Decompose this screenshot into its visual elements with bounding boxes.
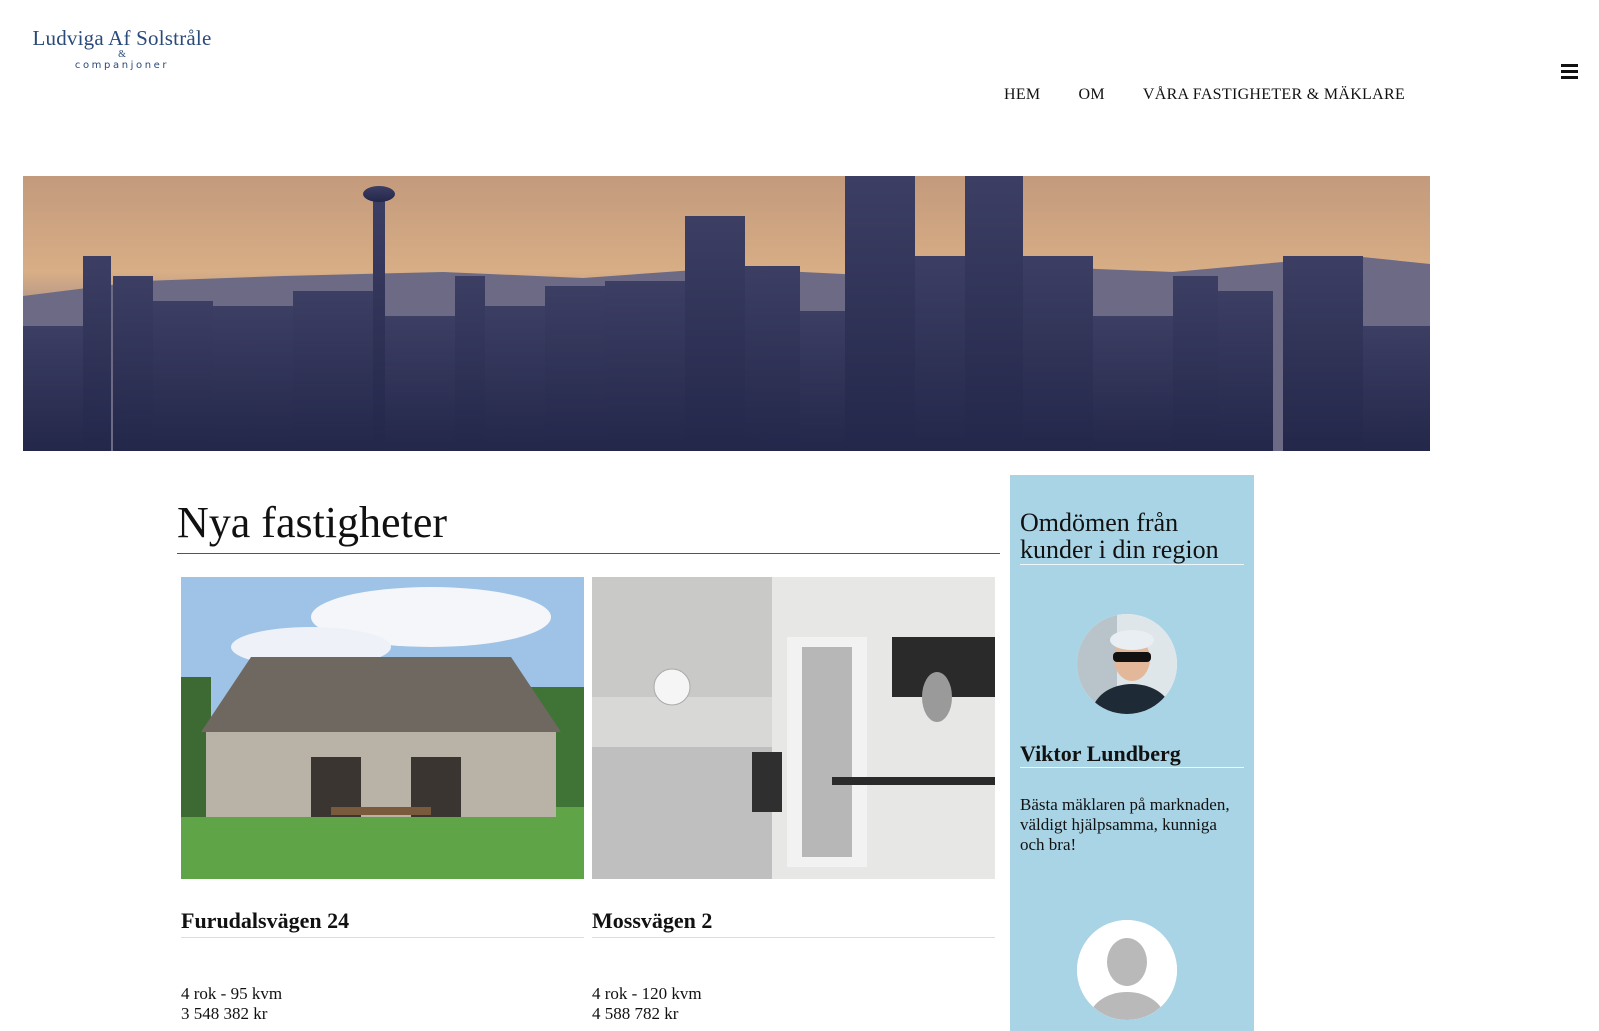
kitchen-image[interactable] <box>592 577 995 879</box>
property-cards: Furudalsvägen 24 4 rok - 95 kvm 3 548 38… <box>181 577 1003 1024</box>
house-image[interactable] <box>181 577 584 879</box>
reviewer-avatar-placeholder <box>1077 920 1177 1020</box>
nav-item-fastigheter[interactable]: VÅRA FASTIGHETER & MÄKLARE <box>1143 86 1405 104</box>
property-title[interactable]: Mossvägen 2 <box>592 907 995 938</box>
nav-item-om[interactable]: OM <box>1078 86 1104 104</box>
logo-ampersand: & <box>118 49 126 60</box>
section-title: Nya fastigheter <box>177 495 1000 554</box>
logo-name: Ludviga Af Solstråle <box>32 26 212 50</box>
reviews-title: Omdömen från kunder i din region <box>1020 509 1244 565</box>
property-card[interactable]: Furudalsvägen 24 4 rok - 95 kvm 3 548 38… <box>181 577 584 1024</box>
hamburger-menu-icon[interactable] <box>1561 64 1578 79</box>
property-title[interactable]: Furudalsvägen 24 <box>181 907 584 938</box>
property-info: 4 rok - 95 kvm 3 548 382 kr <box>181 984 584 1024</box>
nav-item-hem[interactable]: HEM <box>1004 86 1040 104</box>
hero-skyline-image <box>23 176 1430 451</box>
main-content: Nya fastigheter <box>177 495 1000 554</box>
review-text: Bästa mäklaren på marknaden, väldigt hjä… <box>1020 795 1230 854</box>
main-nav: HEM OM VÅRA FASTIGHETER & MÄKLARE <box>1004 86 1443 104</box>
reviewer-name: Viktor Lundberg <box>1020 741 1244 768</box>
property-price: 4 588 782 kr <box>592 1004 679 1023</box>
logo-subtitle: companjoner <box>74 60 170 71</box>
logo[interactable]: Ludviga Af Solstråle & companjoner <box>32 26 212 72</box>
reviewer-avatar <box>1077 614 1177 714</box>
property-rooms: 4 rok - 95 kvm <box>181 984 283 1003</box>
property-card[interactable]: Mossvägen 2 4 rok - 120 kvm 4 588 782 kr <box>592 577 995 1024</box>
property-rooms: 4 rok - 120 kvm <box>592 984 702 1003</box>
reviews-sidebar: Omdömen från kunder i din region Viktor … <box>1010 475 1254 1031</box>
property-info: 4 rok - 120 kvm 4 588 782 kr <box>592 984 995 1024</box>
property-price: 3 548 382 kr <box>181 1004 268 1023</box>
